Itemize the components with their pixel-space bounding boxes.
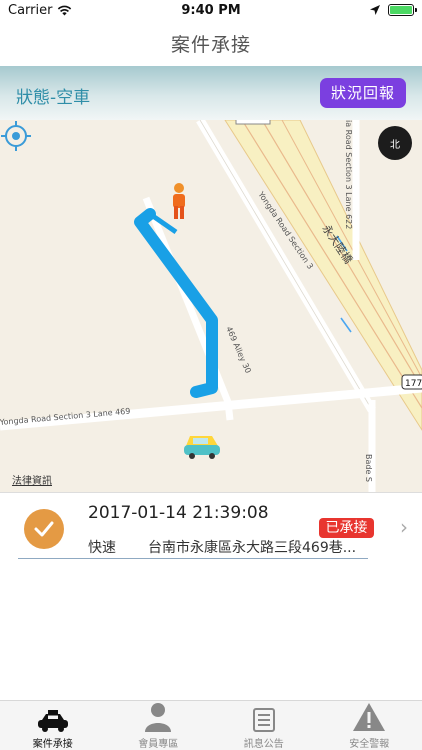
battery-icon [388, 4, 417, 16]
tab-label: 案件承接 [32, 739, 73, 750]
driver-status-label: 狀態-空車 [16, 88, 91, 108]
person-icon [145, 703, 172, 732]
list-icon [252, 708, 275, 732]
status-bar: Carrier 9:40 PM [0, 0, 422, 22]
passenger-marker-icon [173, 183, 185, 219]
locate-me-icon[interactable] [0, 120, 32, 152]
tab-announcements[interactable]: 訊息公告 [211, 701, 317, 750]
compass-label: 北 [390, 139, 400, 151]
tab-label: 安全警報 [349, 739, 390, 750]
location-arrow-icon [370, 5, 380, 15]
case-list-item[interactable]: 2017-01-14 21:39:08 已承接 › 快速 台南市永康區永大路三段… [0, 492, 422, 564]
nav-bar: 案件承接 [0, 22, 422, 66]
page-title: 案件承接 [170, 34, 251, 56]
tab-safety-alert[interactable]: 安全警報 [317, 701, 422, 750]
case-datetime: 2017-01-14 21:39:08 [88, 503, 269, 523]
tab-member-area[interactable]: 會員專區 [106, 701, 212, 750]
status-strip: 狀態-空車 狀況回報 [0, 66, 422, 120]
chevron-right-icon[interactable]: › [400, 515, 408, 539]
route-path [134, 208, 218, 398]
accepted-check-icon [24, 509, 64, 549]
compass-icon[interactable]: 北 [378, 126, 412, 160]
map-canvas: Yongda Road Section 3 Yongda Road Sectio… [0, 120, 422, 492]
clock: 9:40 PM [181, 3, 241, 18]
taxi-marker-icon [184, 436, 220, 459]
legal-link[interactable]: 法律資訊 [12, 472, 52, 487]
case-type: 快速 [88, 540, 116, 556]
route-number-label: 177 [405, 379, 422, 389]
warning-icon [353, 703, 386, 731]
street-label-lane622: ia Road Section 3 Lane 622 [344, 120, 353, 229]
street-label-alley: 469 Alley 30 [224, 325, 253, 374]
status-badge: 已承接 [319, 518, 374, 538]
street-label-bade: Bade S [364, 454, 373, 482]
tab-label: 會員專區 [138, 739, 179, 750]
case-address: 台南市永康區永大路三段469巷... [148, 540, 357, 556]
map-view[interactable]: Yongda Road Section 3 Yongda Road Sectio… [0, 120, 422, 492]
tab-case-accept[interactable]: 案件承接 [0, 701, 106, 750]
tab-label: 訊息公告 [243, 739, 284, 750]
divider [18, 558, 368, 559]
tab-bar: 案件承接 會員專區 訊息公告 安全警報 [0, 700, 422, 750]
taxi-icon [37, 710, 68, 732]
status-report-button[interactable]: 狀況回報 [320, 78, 406, 108]
